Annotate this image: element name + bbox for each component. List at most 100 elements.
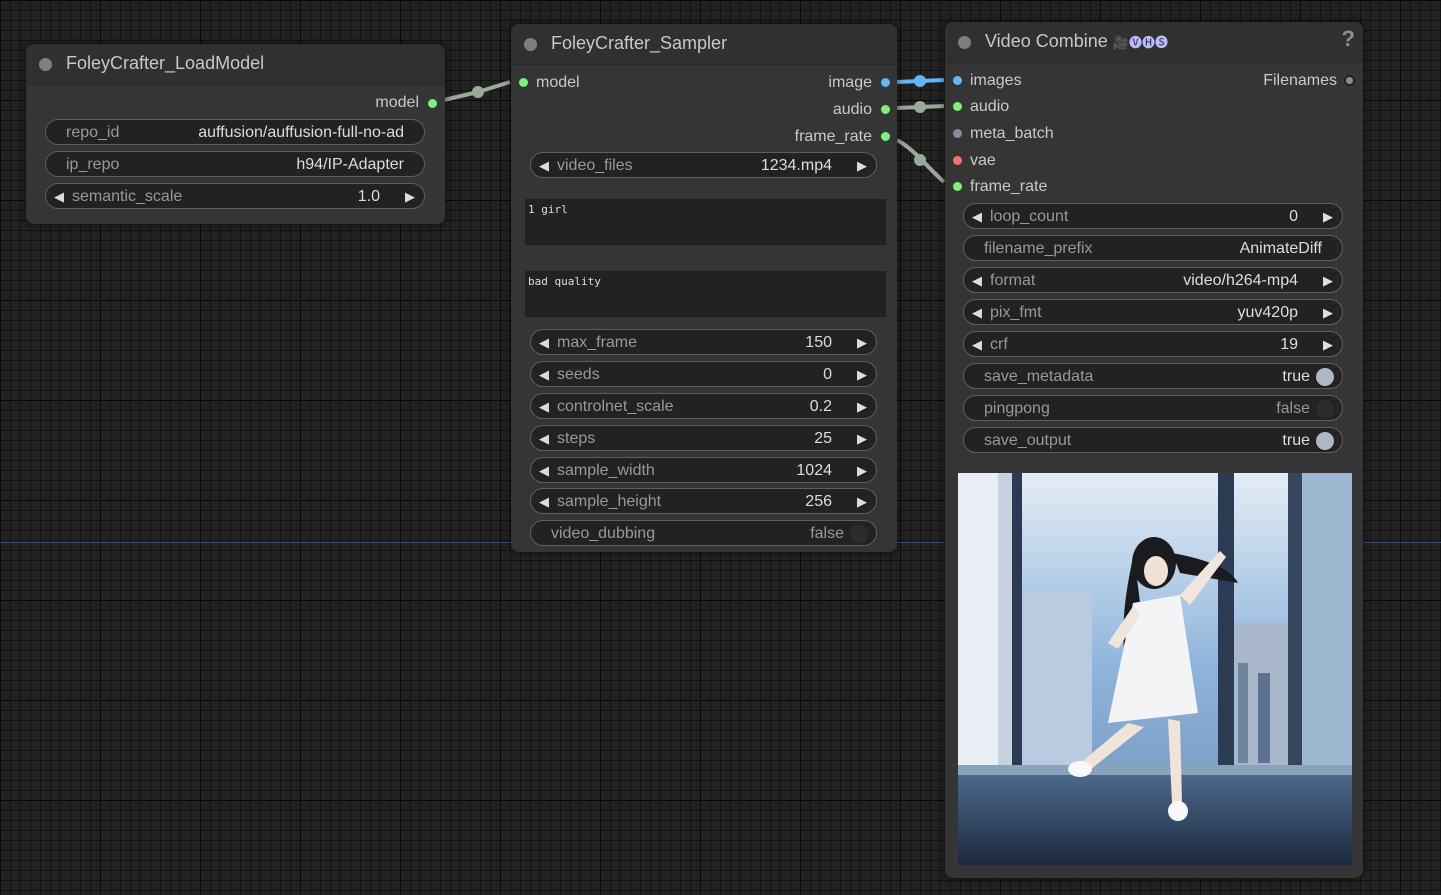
prompt-textarea-negative[interactable]: bad quality	[525, 271, 886, 317]
collapse-dot-icon[interactable]	[958, 36, 971, 49]
toggle-video-dubbing[interactable]: video_dubbing false	[530, 520, 877, 546]
output-slot-frame-rate[interactable]	[881, 132, 890, 141]
widget-max-frame[interactable]: ◀ max_frame 150 ▶	[530, 329, 877, 355]
link-image	[896, 78, 945, 84]
widget-name: format	[990, 272, 1036, 289]
widget-name: sample_height	[557, 493, 662, 510]
widget-filename-prefix[interactable]: filename_prefix AnimateDiff	[963, 235, 1343, 261]
widget-name: video_dubbing	[551, 525, 656, 542]
video-preview-frame	[958, 473, 1352, 865]
widget-name: pingpong	[984, 400, 1050, 417]
decrement-arrow-icon[interactable]: ◀	[972, 273, 982, 289]
widget-seeds[interactable]: ◀ seeds 0 ▶	[530, 361, 877, 387]
node-foleycrafter-sampler[interactable]: FoleyCrafter_Sampler model image audio f…	[511, 24, 897, 552]
widget-controlnet-scale[interactable]: ◀ controlnet_scale 0.2 ▶	[530, 393, 877, 419]
widget-value: 150	[805, 334, 832, 351]
widget-steps[interactable]: ◀ steps 25 ▶	[530, 425, 877, 451]
widget-name: semantic_scale	[72, 188, 183, 205]
widget-value: false	[1276, 400, 1310, 417]
increment-arrow-icon[interactable]: ▶	[857, 158, 867, 174]
input-slot-model[interactable]	[519, 78, 528, 87]
decrement-arrow-icon[interactable]: ◀	[539, 399, 549, 415]
widget-value: 256	[805, 493, 832, 510]
output-slot-model[interactable]	[428, 99, 437, 108]
increment-arrow-icon[interactable]: ▶	[857, 463, 867, 479]
node-title-bar[interactable]: FoleyCrafter_Sampler	[511, 24, 897, 65]
widget-name: crf	[990, 336, 1008, 353]
input-slot-meta-batch[interactable]	[953, 129, 962, 138]
prompt-textarea-positive[interactable]: 1 girl	[525, 199, 886, 245]
input-slot-frame-rate[interactable]	[953, 182, 962, 191]
widget-value: AnimateDiff	[1239, 240, 1322, 257]
widget-loop-count[interactable]: ◀ loop_count 0 ▶	[963, 203, 1343, 229]
widget-name: ip_repo	[66, 156, 120, 173]
increment-arrow-icon[interactable]: ▶	[857, 335, 867, 351]
widget-semantic-scale[interactable]: ◀ semantic_scale 1.0 ▶	[45, 183, 425, 209]
widget-crf[interactable]: ◀ crf 19 ▶	[963, 331, 1343, 357]
widget-value: 1.0	[357, 188, 380, 205]
help-icon[interactable]: ?	[1342, 26, 1355, 52]
increment-arrow-icon[interactable]: ▶	[1323, 305, 1333, 321]
decrement-arrow-icon[interactable]: ◀	[972, 337, 982, 353]
decrement-arrow-icon[interactable]: ◀	[972, 209, 982, 225]
decrement-arrow-icon[interactable]: ◀	[539, 431, 549, 447]
decrement-arrow-icon[interactable]: ◀	[972, 305, 982, 321]
widget-ip-repo[interactable]: ip_repo h94/IP-Adapter	[45, 151, 425, 177]
increment-arrow-icon[interactable]: ▶	[857, 399, 867, 415]
video-preview[interactable]	[958, 473, 1352, 865]
widget-name: save_output	[984, 432, 1072, 449]
widget-value: 19	[1280, 336, 1298, 353]
toggle-pingpong[interactable]: pingpong false	[963, 395, 1343, 421]
widget-sample-width[interactable]: ◀ sample_width 1024 ▶	[530, 457, 877, 483]
increment-arrow-icon[interactable]: ▶	[1323, 273, 1333, 289]
widget-value: true	[1282, 368, 1310, 385]
widget-value: 25	[814, 430, 832, 447]
node-title: FoleyCrafter_Sampler	[551, 33, 728, 53]
increment-arrow-icon[interactable]: ▶	[857, 367, 867, 383]
output-slot-audio[interactable]	[881, 105, 890, 114]
toggle-save-metadata[interactable]: save_metadata true	[963, 363, 1343, 389]
increment-arrow-icon[interactable]: ▶	[857, 431, 867, 447]
node-title-bar[interactable]: Video Combine 🎥🅥🅗🅢 ?	[945, 22, 1363, 63]
widget-name: loop_count	[990, 208, 1069, 225]
toggle-knob-icon	[850, 525, 868, 543]
increment-arrow-icon[interactable]: ▶	[857, 494, 867, 510]
link-model	[443, 80, 511, 102]
widget-name: filename_prefix	[984, 240, 1093, 257]
link-frame-rate	[896, 138, 946, 184]
widget-video-files[interactable]: ◀ video_files 1234.mp4 ▶	[530, 152, 877, 178]
decrement-arrow-icon[interactable]: ◀	[539, 463, 549, 479]
increment-arrow-icon[interactable]: ▶	[1323, 209, 1333, 225]
output-slot-image[interactable]	[881, 78, 890, 87]
toggle-save-output[interactable]: save_output true	[963, 427, 1343, 453]
widget-repo-id[interactable]: repo_id auffusion/auffusion-full-no-ad	[45, 119, 425, 145]
increment-arrow-icon[interactable]: ▶	[1323, 337, 1333, 353]
decrement-arrow-icon[interactable]: ◀	[539, 158, 549, 174]
widget-value: 0.2	[809, 398, 832, 415]
widget-pix-fmt[interactable]: ◀ pix_fmt yuv420p ▶	[963, 299, 1343, 325]
widget-value: 0	[823, 366, 832, 383]
collapse-dot-icon[interactable]	[524, 38, 537, 51]
output-slot-filenames[interactable]	[1344, 75, 1355, 86]
widget-name: seeds	[557, 366, 600, 383]
node-foleycrafter-loadmodel[interactable]: FoleyCrafter_LoadModel model repo_id auf…	[26, 44, 445, 224]
widget-name: save_metadata	[984, 368, 1094, 385]
collapse-dot-icon[interactable]	[39, 58, 52, 71]
increment-arrow-icon[interactable]: ▶	[405, 189, 415, 205]
toggle-knob-icon	[1316, 432, 1334, 450]
input-label-frame-rate: frame_rate	[970, 178, 1048, 195]
input-label-vae: vae	[970, 152, 996, 169]
decrement-arrow-icon[interactable]: ◀	[54, 189, 64, 205]
decrement-arrow-icon[interactable]: ◀	[539, 367, 549, 383]
input-slot-images[interactable]	[953, 76, 962, 85]
widget-sample-height[interactable]: ◀ sample_height 256 ▶	[530, 488, 877, 514]
toggle-knob-icon	[1316, 368, 1334, 386]
node-title-bar[interactable]: FoleyCrafter_LoadModel	[26, 44, 445, 85]
input-slot-audio[interactable]	[953, 102, 962, 111]
widget-value: video/h264-mp4	[1183, 272, 1298, 289]
decrement-arrow-icon[interactable]: ◀	[539, 494, 549, 510]
widget-value: auffusion/auffusion-full-no-ad	[198, 124, 404, 141]
input-slot-vae[interactable]	[953, 156, 962, 165]
decrement-arrow-icon[interactable]: ◀	[539, 335, 549, 351]
widget-format[interactable]: ◀ format video/h264-mp4 ▶	[963, 267, 1343, 293]
